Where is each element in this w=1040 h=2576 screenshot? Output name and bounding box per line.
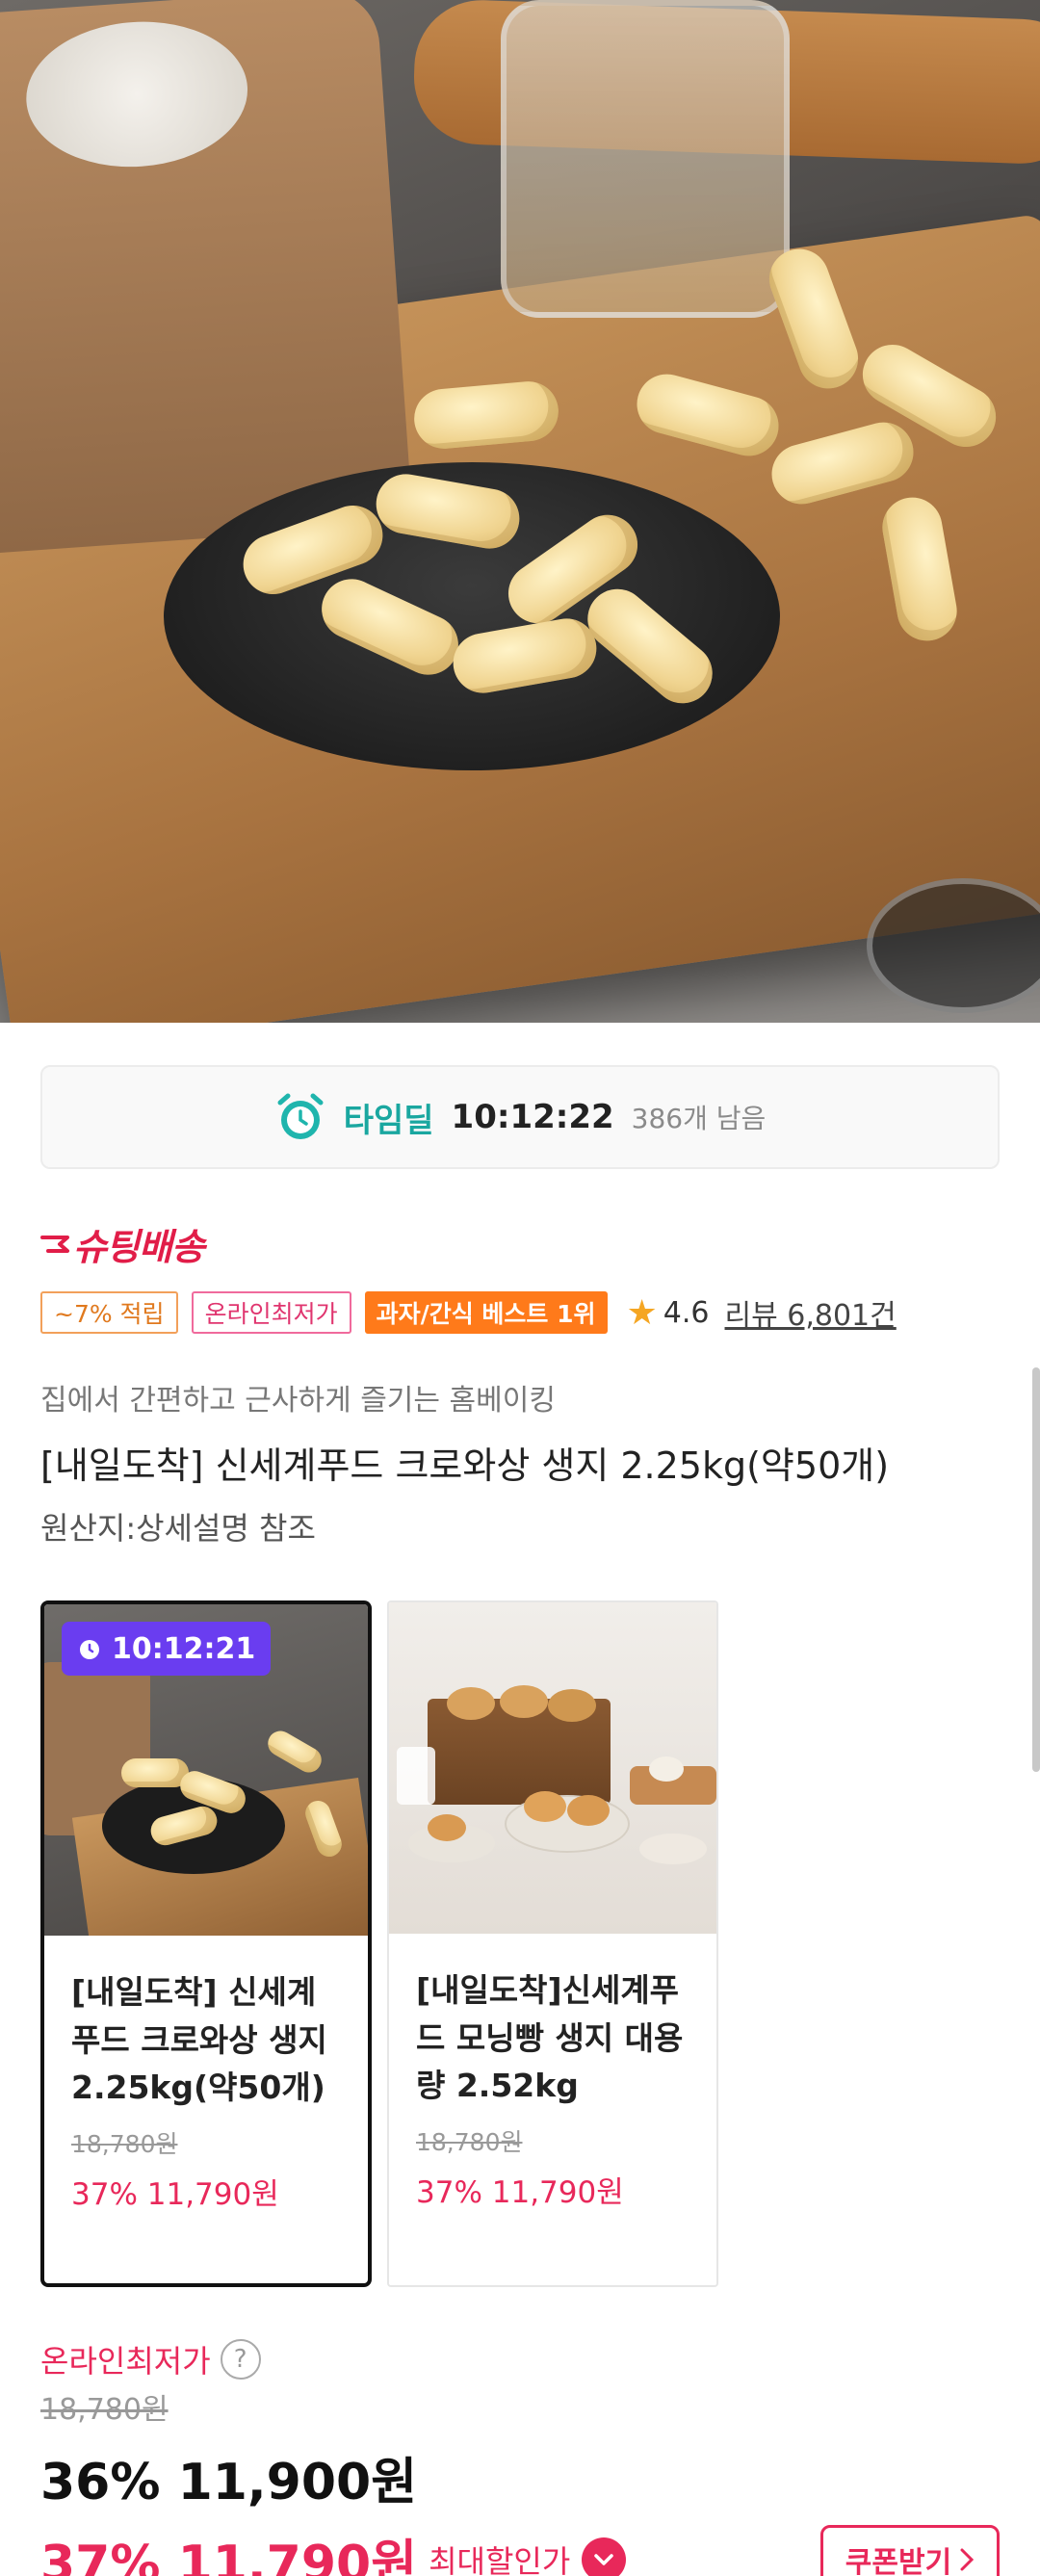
product-hero-image: [0, 0, 1040, 1023]
chevron-down-icon[interactable]: [582, 2537, 627, 2576]
option-title: [내일도착] 신세계푸드 크로와상 생지 2.25kg(약50개): [71, 1973, 327, 2106]
product-subtitle: 집에서 간편하고 근사하게 즐기는 홈베이킹: [40, 1384, 556, 1418]
option-thumbnail: 10:12:21: [44, 1604, 368, 1936]
chevron-right-icon: [960, 2548, 975, 2570]
timedeal-remaining: 386개 남음: [631, 1103, 767, 1134]
timedeal-banner: 타임딜 10:12:22 386개 남음: [40, 1065, 1000, 1169]
option-original-price: 18,780원: [416, 2127, 523, 2156]
alarm-clock-icon: [277, 1093, 324, 1139]
badge-row: ~7% 적립 온라인최저가 과자/간식 베스트 1위 ★ 4.6 리뷰 6,80…: [40, 1291, 1000, 1334]
scrollbar[interactable]: [1032, 1367, 1040, 1772]
timedeal-label: 타임딜: [343, 1101, 434, 1140]
lowest-price-badge: 온라인최저가: [191, 1291, 351, 1334]
product-origin: 원산지:상세설명 참조: [40, 1510, 316, 1547]
option-thumbnail: [389, 1602, 716, 1934]
help-icon[interactable]: ?: [220, 2339, 261, 2380]
best-rank-badge[interactable]: 과자/간식 베스트 1위: [364, 1291, 608, 1334]
option-card-croissant[interactable]: 10:12:21 [내일도착] 신세계푸드 크로와상 생지 2.25kg(약50…: [40, 1600, 372, 2287]
option-price: 37% 11,790원: [416, 2174, 624, 2210]
rocket-speed-icon: [40, 1235, 69, 1253]
original-price: 18,780원: [40, 2393, 169, 2427]
max-discount-row: 37% 11,790원 최대할인가: [40, 2523, 627, 2576]
option-title: [내일도착]신세계푸드 모닝빵 생지 대용량 2.52kg: [416, 1971, 684, 2104]
star-icon: ★: [626, 1292, 658, 1333]
product-title: [내일도착] 신세계푸드 크로와상 생지 2.25kg(약50개): [40, 1444, 890, 1487]
card-timer: 10:12:21: [62, 1622, 272, 1676]
max-discount-label: 최대할인가: [429, 2542, 571, 2576]
max-discount-price: 37% 11,790원: [40, 2536, 418, 2576]
review-link[interactable]: 리뷰 6,801건: [725, 1291, 897, 1334]
lowest-price-label: 온라인최저가 ?: [40, 2337, 1000, 2381]
coupon-button[interactable]: 쿠폰받기: [820, 2524, 1000, 2576]
option-price: 37% 11,790원: [71, 2176, 279, 2212]
option-cards: 10:12:21 [내일도착] 신세계푸드 크로와상 생지 2.25kg(약50…: [40, 1600, 1000, 2287]
flour-bag: [0, 0, 413, 554]
option-card-morning-bread[interactable]: [내일도착]신세계푸드 모닝빵 생지 대용량 2.52kg 18,780원 37…: [387, 1600, 718, 2287]
glass-jar: [501, 0, 790, 318]
rating: ★ 4.6 리뷰 6,801건: [627, 1291, 897, 1334]
shipping-logo: 슈팅배송: [40, 1217, 1000, 1270]
reward-badge: ~7% 적립: [40, 1291, 178, 1334]
timer-icon: [80, 1640, 99, 1659]
discount-price: 36% 11,900원: [40, 2454, 418, 2511]
timedeal-countdown: 10:12:22: [451, 1098, 614, 1136]
rating-score: 4.6: [663, 1295, 710, 1330]
price-section: 온라인최저가 ? 18,780원 36% 11,900원 37% 11,790원…: [40, 2337, 1000, 2576]
option-original-price: 18,780원: [71, 2129, 178, 2158]
